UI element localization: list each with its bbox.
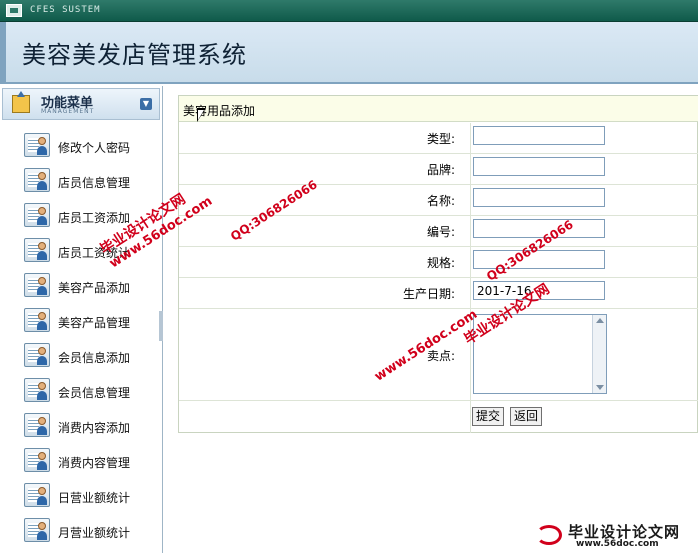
form-row-production-date: 生产日期:	[179, 278, 698, 309]
sidebar-item-label[interactable]: 美容产品管理	[58, 314, 130, 331]
submit-button[interactable]: 提交	[472, 407, 505, 426]
user-card-icon	[24, 308, 50, 332]
sidebar-item-label[interactable]: 消费内容添加	[58, 419, 130, 436]
menu-list: 修改个人密码 店员信息管理 店员工资添加 店员工资统计 美容产品添加 美容产品管…	[0, 129, 160, 549]
user-card-icon	[24, 378, 50, 402]
sidebar: 功能菜单 MANAGEMENT ▼ 修改个人密码 店员信息管理 店员工资添加 店…	[0, 86, 163, 553]
app-title: 美容美发店管理系统	[22, 41, 247, 69]
header-accent	[0, 22, 6, 84]
form-row-brand: 品牌:	[179, 154, 698, 185]
sidebar-item-label[interactable]: 店员工资添加	[58, 209, 130, 226]
user-card-icon	[24, 448, 50, 472]
app-header: 美容美发店管理系统	[0, 22, 698, 84]
user-card-icon	[24, 483, 50, 507]
sidebar-item-member-manage[interactable]: 会员信息管理	[0, 374, 160, 409]
sidebar-item-label[interactable]: 会员信息添加	[58, 349, 130, 366]
sidebar-item-member-add[interactable]: 会员信息添加	[0, 339, 160, 374]
panel-title: 美容用品添加	[183, 104, 256, 118]
sidebar-item-change-password[interactable]: 修改个人密码	[0, 129, 160, 164]
footer-url: www.56doc.com	[576, 539, 659, 549]
name-input[interactable]	[473, 188, 605, 207]
code-label: 编号:	[426, 225, 455, 239]
user-card-icon	[24, 133, 50, 157]
spec-label: 规格:	[426, 256, 455, 270]
system-title-bar: CFES SUSTEM	[0, 0, 698, 22]
monitor-icon	[6, 4, 22, 17]
brand-input[interactable]	[473, 157, 605, 176]
textarea-scrollbar[interactable]	[592, 315, 606, 393]
sidebar-item-consumption-add[interactable]: 消费内容添加	[0, 409, 160, 444]
form-row-spec: 规格:	[179, 247, 698, 278]
sidebar-item-staff-info[interactable]: 店员信息管理	[0, 164, 160, 199]
sidebar-resize-handle[interactable]	[159, 311, 163, 341]
panel-header: 美容用品添加	[179, 96, 698, 122]
user-card-icon	[24, 238, 50, 262]
sidebar-item-label[interactable]: 日营业额统计	[58, 489, 130, 506]
user-card-icon	[24, 203, 50, 227]
form-row-name: 名称:	[179, 185, 698, 216]
user-card-icon	[24, 343, 50, 367]
sidebar-item-consumption-manage[interactable]: 消费内容管理	[0, 444, 160, 479]
form-row-type: 类型:	[179, 123, 698, 154]
swirl-logo-icon	[536, 525, 562, 545]
sidebar-item-label[interactable]: 消费内容管理	[58, 454, 130, 471]
sidebar-item-monthly-revenue[interactable]: 月营业额统计	[0, 514, 160, 549]
sidebar-item-product-manage[interactable]: 美容产品管理	[0, 304, 160, 339]
user-card-icon	[24, 413, 50, 437]
user-card-icon	[24, 168, 50, 192]
sidebar-item-daily-revenue[interactable]: 日营业额统计	[0, 479, 160, 514]
sidebar-item-label[interactable]: 会员信息管理	[58, 384, 130, 401]
scroll-down-icon[interactable]	[596, 385, 604, 390]
product-add-panel: 美容用品添加 类型: 品牌: 名称: 编号: 规格: 生产日期: 卖点:	[178, 95, 698, 433]
type-label: 类型:	[426, 132, 455, 146]
system-label: CFES SUSTEM	[30, 5, 101, 15]
sidebar-item-label[interactable]: 美容产品添加	[58, 279, 130, 296]
menu-header: 功能菜单 MANAGEMENT ▼	[2, 88, 160, 120]
mouse-pointer-icon	[197, 108, 206, 122]
footer-watermark-logo: 毕业设计论文网 www.56doc.com	[536, 521, 696, 551]
sidebar-item-product-add[interactable]: 美容产品添加	[0, 269, 160, 304]
type-input[interactable]	[473, 126, 605, 145]
menu-subtitle: MANAGEMENT	[41, 108, 95, 115]
form-row-actions: 提交 返回	[179, 401, 698, 433]
user-card-icon	[24, 518, 50, 542]
brand-label: 品牌:	[426, 163, 455, 177]
sidebar-item-label[interactable]: 店员信息管理	[58, 174, 130, 191]
scroll-up-icon[interactable]	[596, 318, 604, 323]
chevron-down-icon[interactable]: ▼	[140, 98, 152, 110]
name-label: 名称:	[426, 194, 455, 208]
form-row-selling-point: 卖点:	[179, 309, 698, 401]
production-date-label: 生产日期:	[402, 287, 455, 301]
sidebar-item-label[interactable]: 月营业额统计	[58, 524, 130, 541]
user-card-icon	[24, 273, 50, 297]
sidebar-item-label[interactable]: 修改个人密码	[58, 139, 130, 156]
back-button[interactable]: 返回	[510, 407, 543, 426]
upload-box-icon	[12, 91, 30, 113]
